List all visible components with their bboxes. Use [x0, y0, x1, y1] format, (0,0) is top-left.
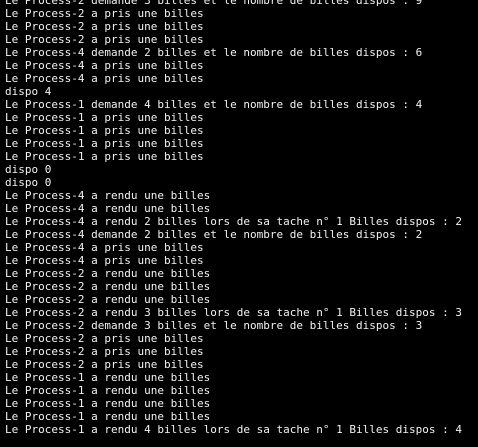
terminal-line: Le Process-2 a rendu une billes — [5, 293, 211, 306]
terminal-line: Le Process-4 a pris une billes — [5, 59, 204, 72]
terminal-line: Le Process-1 a rendu une billes — [5, 384, 211, 397]
terminal-line: Le Process-4 a rendu une billes — [5, 202, 211, 215]
terminal-line: Le Process-1 demande 4 billes et le nomb… — [5, 98, 423, 111]
terminal-line: Le Process-4 demande 2 billes et le nomb… — [5, 46, 423, 59]
terminal-line: Le Process-1 a rendu une billes — [5, 410, 211, 423]
terminal-line: Le Process-1 a pris une billes — [5, 111, 204, 124]
terminal-line: Le Process-2 a rendu une billes — [5, 280, 211, 293]
terminal-line: Le Process-2 a pris une billes — [5, 358, 204, 371]
terminal-line: Le Process-1 a rendu une billes — [5, 371, 211, 384]
terminal-window[interactable]: Le Process-2 demande 3 billes et le nomb… — [0, 0, 478, 447]
terminal-line: Le Process-2 a pris une billes — [5, 345, 204, 358]
terminal-line: Le Process-1 a pris une billes — [5, 137, 204, 150]
terminal-line: Le Process-2 demande 3 billes et le nomb… — [5, 0, 423, 7]
terminal-line: Le Process-4 demande 2 billes et le nomb… — [5, 228, 423, 241]
terminal-line: Le Process-1 a rendu 4 billes lors de sa… — [5, 423, 462, 436]
terminal-output: Le Process-2 demande 3 billes et le nomb… — [5, 0, 462, 436]
terminal-line: Le Process-4 a pris une billes — [5, 254, 204, 267]
terminal-line: dispo 0 — [5, 163, 52, 176]
terminal-line: Le Process-2 a rendu une billes — [5, 267, 211, 280]
terminal-line: Le Process-1 a rendu une billes — [5, 397, 211, 410]
terminal-line: Le Process-2 a rendu 3 billes lors de sa… — [5, 306, 462, 319]
scroll-indicator: ˄ — [466, 0, 476, 4]
terminal-line: Le Process-4 a rendu une billes — [5, 189, 211, 202]
terminal-line: Le Process-1 a pris une billes — [5, 150, 204, 163]
terminal-line: Le Process-2 a pris une billes — [5, 33, 204, 46]
terminal-line: Le Process-1 a pris une billes — [5, 124, 204, 137]
terminal-line: Le Process-4 a pris une billes — [5, 72, 204, 85]
terminal-line: Le Process-4 a rendu 2 billes lors de sa… — [5, 215, 462, 228]
terminal-line: dispo 4 — [5, 85, 52, 98]
terminal-line: Le Process-2 a pris une billes — [5, 7, 204, 20]
terminal-line: dispo 0 — [5, 176, 52, 189]
terminal-line: Le Process-4 a pris une billes — [5, 241, 204, 254]
terminal-line: Le Process-2 demande 3 billes et le nomb… — [5, 319, 423, 332]
terminal-line: Le Process-2 a pris une billes — [5, 20, 204, 33]
terminal-line: Le Process-2 a pris une billes — [5, 332, 204, 345]
